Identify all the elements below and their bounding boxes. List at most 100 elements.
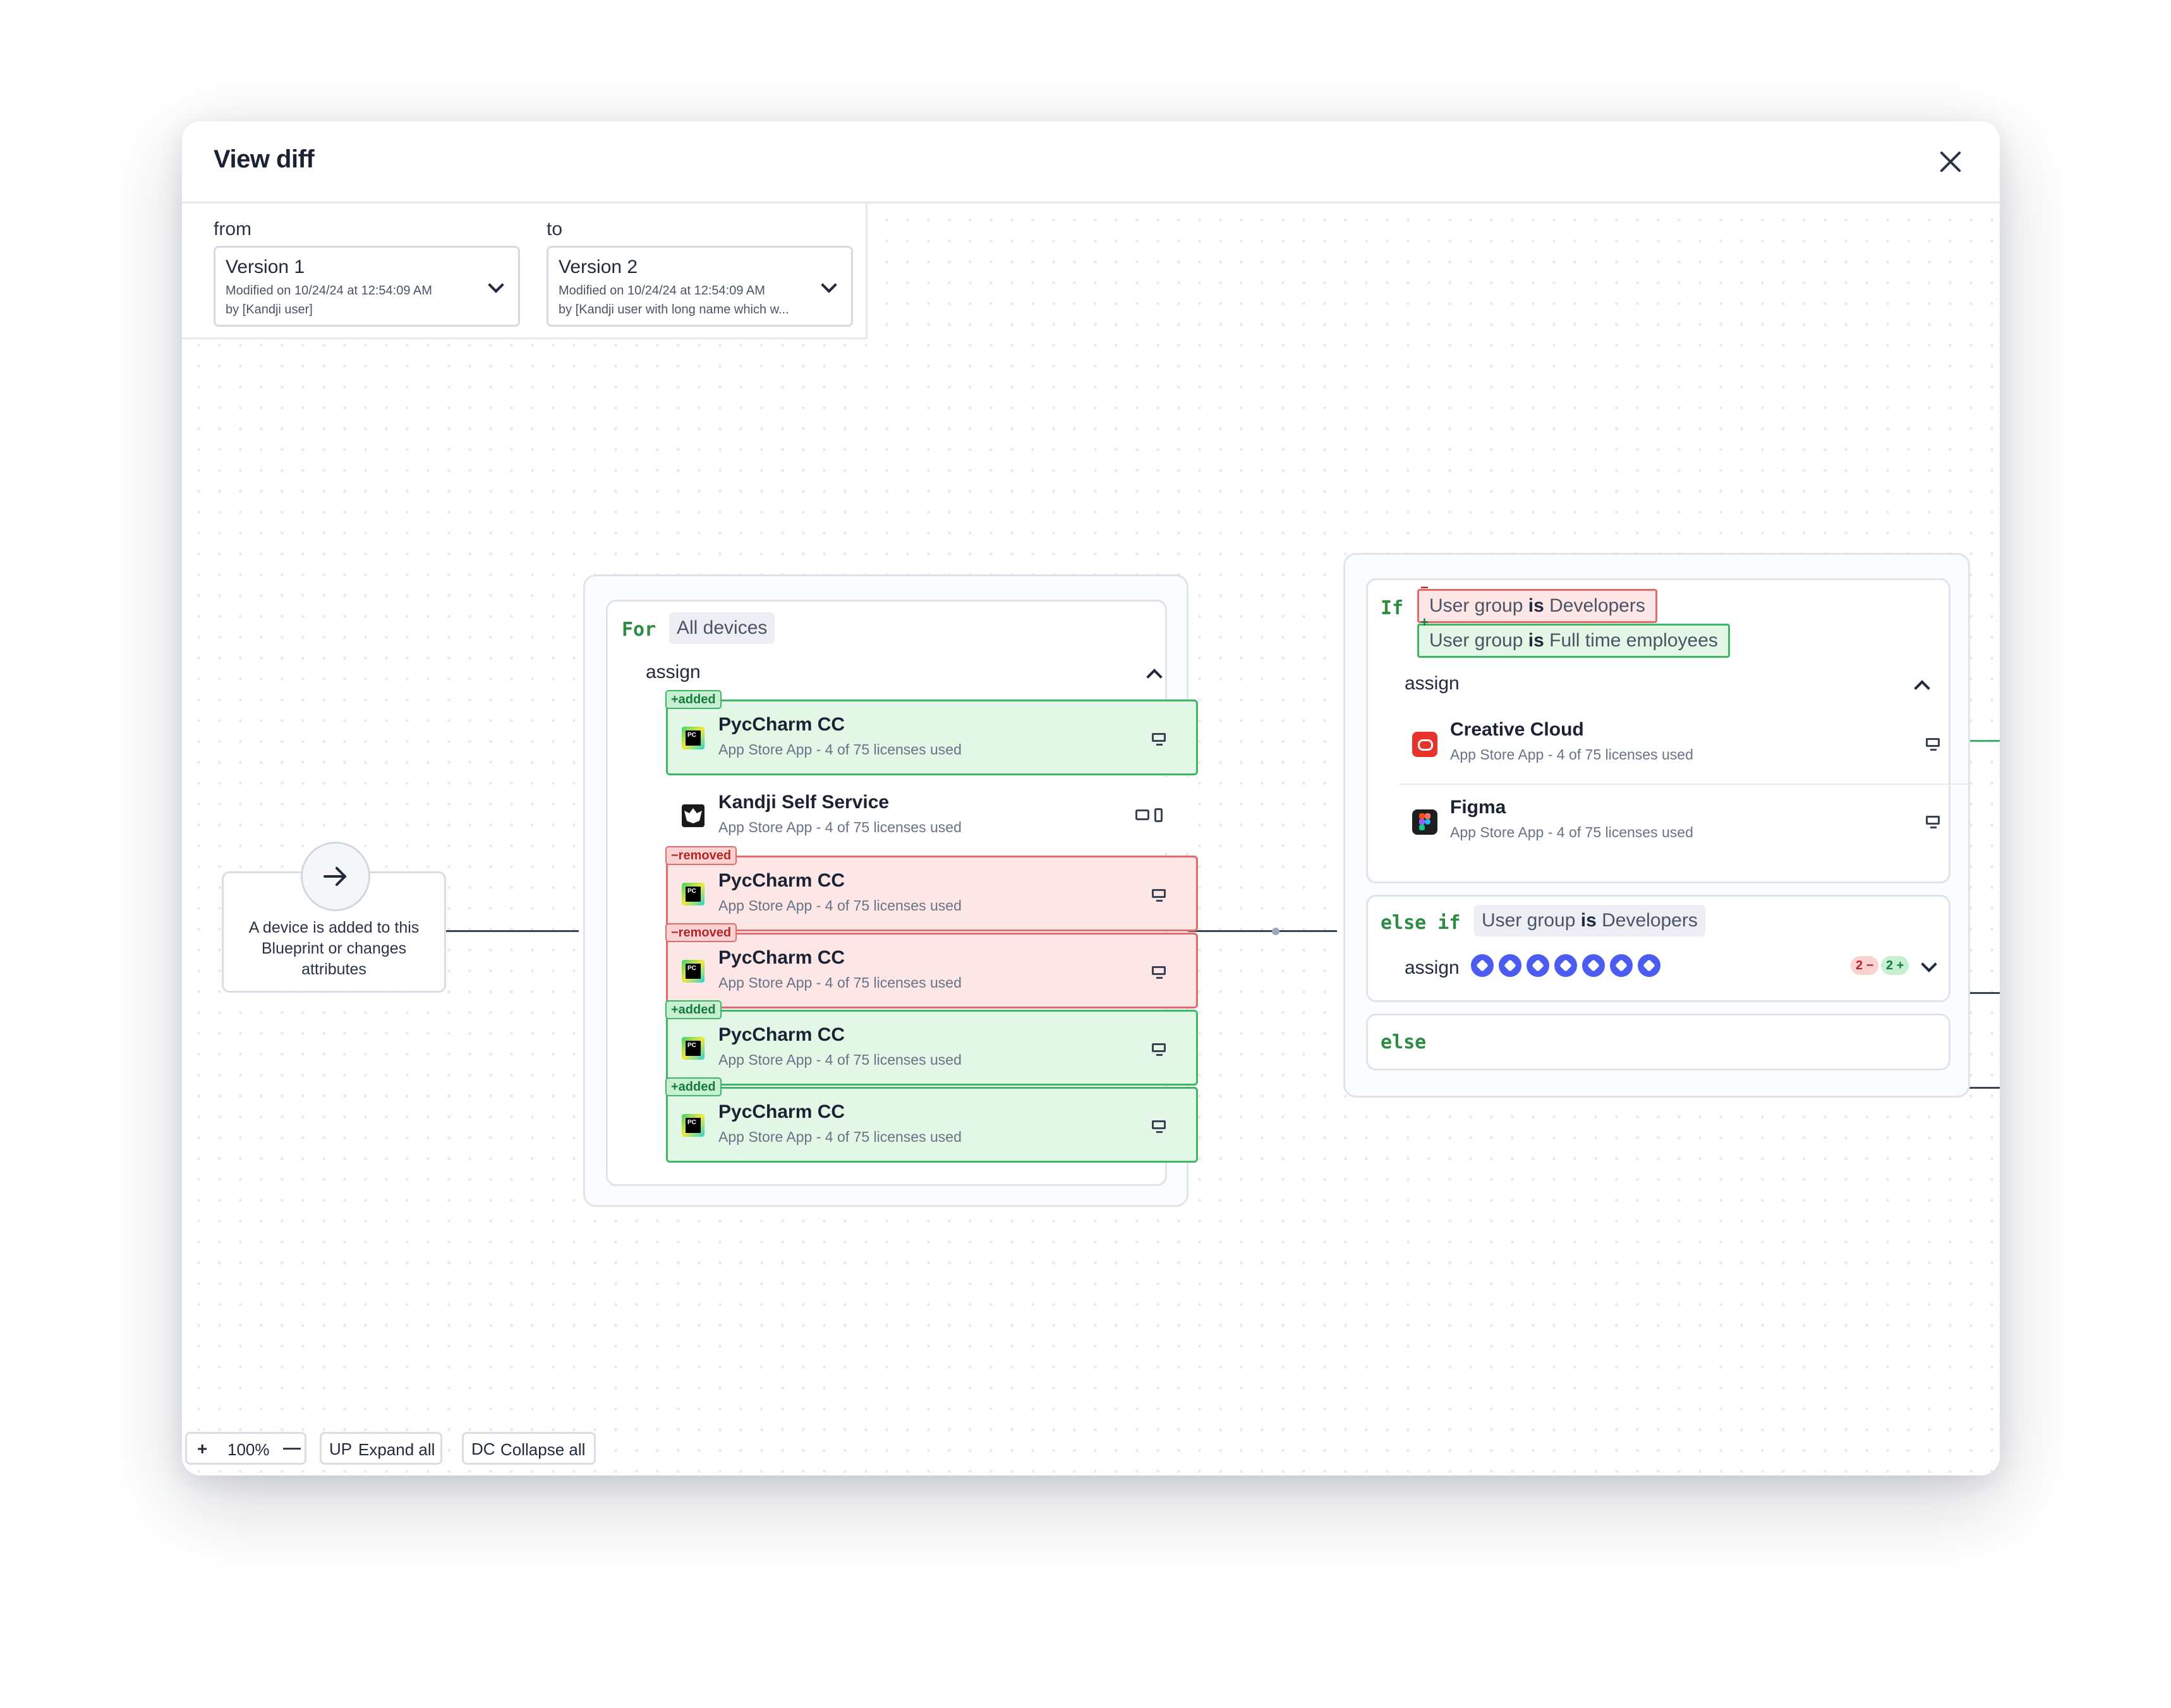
connector-dot bbox=[1272, 928, 1279, 935]
from-version-select[interactable]: Version 1 Modified on 10/24/24 at 12:54:… bbox=[214, 246, 520, 327]
expand-icon: UP bbox=[329, 1439, 353, 1458]
from-version-modified: Modified on 10/24/24 at 12:54:09 AM bbox=[226, 284, 432, 298]
app-subtitle: App Store App - 4 of 75 licenses used bbox=[718, 974, 962, 991]
removed-condition: − User group is Developers bbox=[1417, 581, 1657, 623]
kandji-icon bbox=[682, 804, 705, 827]
avatar bbox=[1636, 952, 1662, 979]
arrow-right-icon bbox=[301, 842, 370, 911]
condition-operator: is bbox=[1528, 630, 1544, 651]
removed-badge: −removed bbox=[665, 923, 737, 942]
creative-cloud-icon bbox=[1412, 732, 1437, 757]
added-condition: + User group is Full time employees bbox=[1417, 615, 1730, 658]
collapse-all-button[interactable]: DC Collapse all bbox=[462, 1432, 596, 1465]
app-name: PycCharm CC bbox=[718, 870, 845, 891]
to-version-modified: Modified on 10/24/24 at 12:54:09 AM bbox=[559, 284, 765, 298]
condition-field: User group bbox=[1429, 630, 1528, 651]
trigger-text: A device is added to this Blueprint or c… bbox=[248, 919, 420, 978]
chevron-up-icon[interactable] bbox=[1146, 669, 1163, 685]
assign-label: assign bbox=[646, 662, 701, 682]
avatar bbox=[1552, 952, 1579, 979]
app-row[interactable]: Figma App Store App - 4 of 75 licenses u… bbox=[1400, 784, 1968, 861]
for-target-chip: All devices bbox=[669, 612, 775, 644]
else-card[interactable]: else bbox=[1366, 1014, 1950, 1070]
chevron-down-icon bbox=[488, 277, 504, 293]
connector-line bbox=[446, 930, 579, 932]
condition-field: User group bbox=[1482, 910, 1581, 931]
version-panel: from to Version 1 Modified on 10/24/24 a… bbox=[182, 203, 868, 339]
condition-operator: is bbox=[1580, 910, 1597, 931]
app-subtitle: App Store App - 4 of 75 licenses used bbox=[718, 741, 962, 758]
pycharm-icon: PC bbox=[682, 883, 705, 905]
avatar bbox=[1580, 952, 1607, 979]
app-row[interactable]: −removed PC PycCharm CC App Store App - … bbox=[665, 923, 1198, 1008]
app-name: PycCharm CC bbox=[718, 714, 845, 735]
app-subtitle: App Store App - 4 of 75 licenses used bbox=[1450, 746, 1693, 763]
condition-operator: is bbox=[1528, 595, 1544, 616]
if-card: If − User group is Developers + User gro… bbox=[1366, 578, 1968, 883]
else-keyword: else bbox=[1381, 1031, 1427, 1053]
from-version-name: Version 1 bbox=[226, 257, 305, 277]
expand-all-button[interactable]: UP Expand all bbox=[320, 1432, 442, 1465]
expand-all-label: Expand all bbox=[358, 1440, 435, 1459]
zoom-out-button[interactable]: — bbox=[283, 1438, 301, 1458]
zoom-level: 100% bbox=[227, 1440, 270, 1459]
else-if-condition: User group is Developers bbox=[1474, 905, 1705, 936]
tablet-phone-icon bbox=[1135, 808, 1166, 822]
to-version-select[interactable]: Version 2 Modified on 10/24/24 at 12:54:… bbox=[547, 246, 853, 327]
app-subtitle: App Store App - 4 of 75 licenses used bbox=[718, 1129, 962, 1145]
from-label: from bbox=[214, 219, 251, 239]
zoom-in-button[interactable]: + bbox=[197, 1439, 207, 1459]
to-label: to bbox=[547, 219, 563, 239]
assign-label: assign bbox=[1405, 673, 1460, 694]
chevron-up-icon[interactable] bbox=[1914, 680, 1930, 696]
app-row[interactable]: Creative Cloud App Store App - 4 of 75 l… bbox=[1400, 706, 1968, 784]
app-subtitle: App Store App - 4 of 75 licenses used bbox=[718, 1051, 962, 1068]
chevron-down-icon[interactable] bbox=[1921, 956, 1937, 972]
app-row[interactable]: −removed PC PycCharm CC App Store App - … bbox=[665, 846, 1198, 931]
if-keyword: If bbox=[1381, 597, 1404, 619]
avatar bbox=[1497, 952, 1523, 979]
avatar bbox=[1469, 952, 1496, 979]
assign-label: assign bbox=[1405, 957, 1460, 978]
to-version-name: Version 2 bbox=[559, 257, 638, 277]
app-row[interactable]: +added PC PycCharm CC App Store App - 4 … bbox=[665, 690, 1198, 775]
condition-value: Developers bbox=[1596, 910, 1698, 931]
pycharm-icon: PC bbox=[682, 1114, 705, 1137]
conditional-group: If − User group is Developers + User gro… bbox=[1343, 553, 1970, 1098]
added-count-badge: 2 + bbox=[1881, 956, 1909, 975]
app-row[interactable]: +added PC PycCharm CC App Store App - 4 … bbox=[665, 1077, 1198, 1163]
else-if-card: else if User group is Developers assign … bbox=[1366, 895, 1950, 1002]
for-group: For All devices assign +added PC PycChar… bbox=[583, 574, 1198, 1207]
pycharm-icon: PC bbox=[682, 727, 705, 749]
else-if-keyword: else if bbox=[1381, 912, 1461, 934]
diff-canvas[interactable]: from to Version 1 Modified on 10/24/24 a… bbox=[182, 203, 2000, 1475]
zoom-control: + 100% — bbox=[185, 1432, 306, 1465]
desktop-icon bbox=[1152, 1120, 1166, 1133]
close-icon[interactable] bbox=[1933, 144, 1968, 179]
added-badge: +added bbox=[665, 690, 722, 709]
app-row[interactable]: +added PC PycCharm CC App Store App - 4 … bbox=[665, 1000, 1198, 1086]
desktop-icon bbox=[1152, 1043, 1166, 1056]
condition-value: Developers bbox=[1544, 595, 1645, 616]
collapse-all-label: Collapse all bbox=[500, 1440, 586, 1459]
desktop-icon bbox=[1926, 816, 1940, 828]
removed-count-badge: 2 − bbox=[1851, 956, 1879, 975]
added-mark: + bbox=[1420, 614, 1429, 630]
app-row[interactable]: Kandji Self Service App Store App - 4 of… bbox=[666, 777, 1198, 853]
added-badge: +added bbox=[665, 1000, 722, 1019]
collapse-icon: DC bbox=[471, 1439, 495, 1458]
condition-value: Full time employees bbox=[1544, 630, 1718, 651]
desktop-icon bbox=[1926, 738, 1940, 751]
app-name: Kandji Self Service bbox=[718, 792, 890, 813]
dialog-header: View diff bbox=[182, 121, 2000, 203]
from-version-author: by [Kandji user] bbox=[226, 303, 313, 317]
app-name: PycCharm CC bbox=[718, 1024, 845, 1045]
desktop-icon bbox=[1152, 889, 1166, 902]
app-subtitle: App Store App - 4 of 75 licenses used bbox=[718, 897, 962, 914]
desktop-icon bbox=[1152, 966, 1166, 979]
figma-icon bbox=[1412, 809, 1437, 835]
removed-badge: −removed bbox=[665, 846, 737, 865]
app-name: PycCharm CC bbox=[718, 947, 845, 968]
app-subtitle: App Store App - 4 of 75 licenses used bbox=[1450, 824, 1693, 840]
condition-field: User group bbox=[1429, 595, 1528, 616]
